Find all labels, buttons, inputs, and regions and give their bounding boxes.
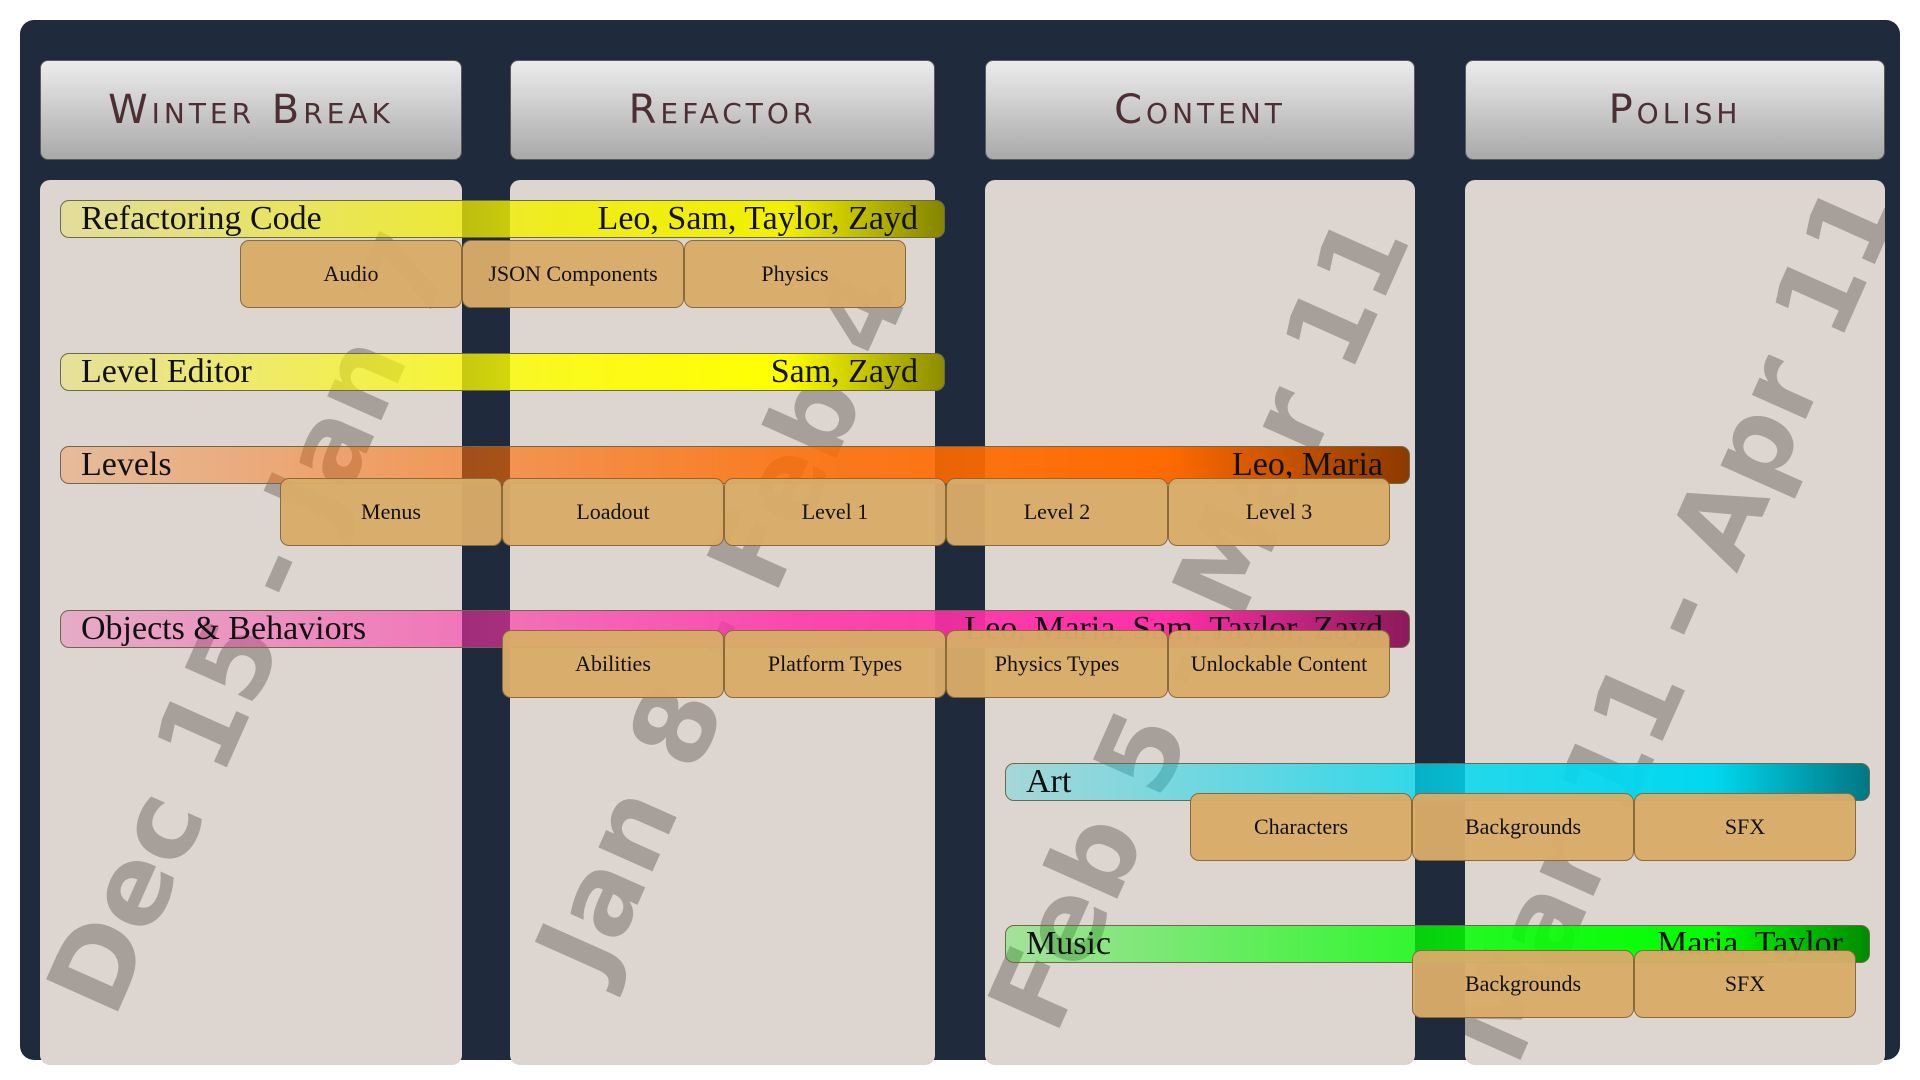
task-json-components[interactable]: JSON Components [462, 240, 684, 308]
task-abilities[interactable]: Abilities [502, 630, 724, 698]
column-header-content: Content [985, 60, 1415, 160]
task-sfx[interactable]: SFX [1634, 793, 1856, 861]
track-title: Music [1026, 925, 1111, 962]
task-music-sfx[interactable]: SFX [1634, 950, 1856, 1018]
task-level-2[interactable]: Level 2 [946, 478, 1168, 546]
track-title: Refactoring Code [81, 200, 322, 237]
task-unlockable-content[interactable]: Unlockable Content [1168, 630, 1390, 698]
task-physics-types[interactable]: Physics Types [946, 630, 1168, 698]
track-title: Levels [81, 446, 172, 483]
task-loadout[interactable]: Loadout [502, 478, 724, 546]
task-menus[interactable]: Menus [280, 478, 502, 546]
task-level-3[interactable]: Level 3 [1168, 478, 1390, 546]
track-title: Objects & Behaviors [81, 610, 367, 647]
task-characters[interactable]: Characters [1190, 793, 1412, 861]
track-title: Level Editor [81, 353, 252, 390]
track-title: Art [1026, 763, 1072, 800]
column-header-winter-break: Winter Break [40, 60, 462, 160]
task-physics[interactable]: Physics [684, 240, 906, 308]
track-level-editor[interactable]: Level Editor Sam, Zayd [60, 353, 945, 391]
task-audio[interactable]: Audio [240, 240, 462, 308]
task-backgrounds[interactable]: Backgrounds [1412, 793, 1634, 861]
track-owners: Leo, Sam, Taylor, Zayd [597, 200, 918, 237]
column-header-polish: Polish [1465, 60, 1885, 160]
task-music-backgrounds[interactable]: Backgrounds [1412, 950, 1634, 1018]
task-platform-types[interactable]: Platform Types [724, 630, 946, 698]
task-level-1[interactable]: Level 1 [724, 478, 946, 546]
roadmap-board: Winter Break Refactor Content Polish Dec… [20, 20, 1900, 1065]
track-owners: Sam, Zayd [770, 353, 918, 390]
column-header-refactor: Refactor [510, 60, 935, 160]
track-refactoring-code[interactable]: Refactoring Code Leo, Sam, Taylor, Zayd [60, 200, 945, 238]
